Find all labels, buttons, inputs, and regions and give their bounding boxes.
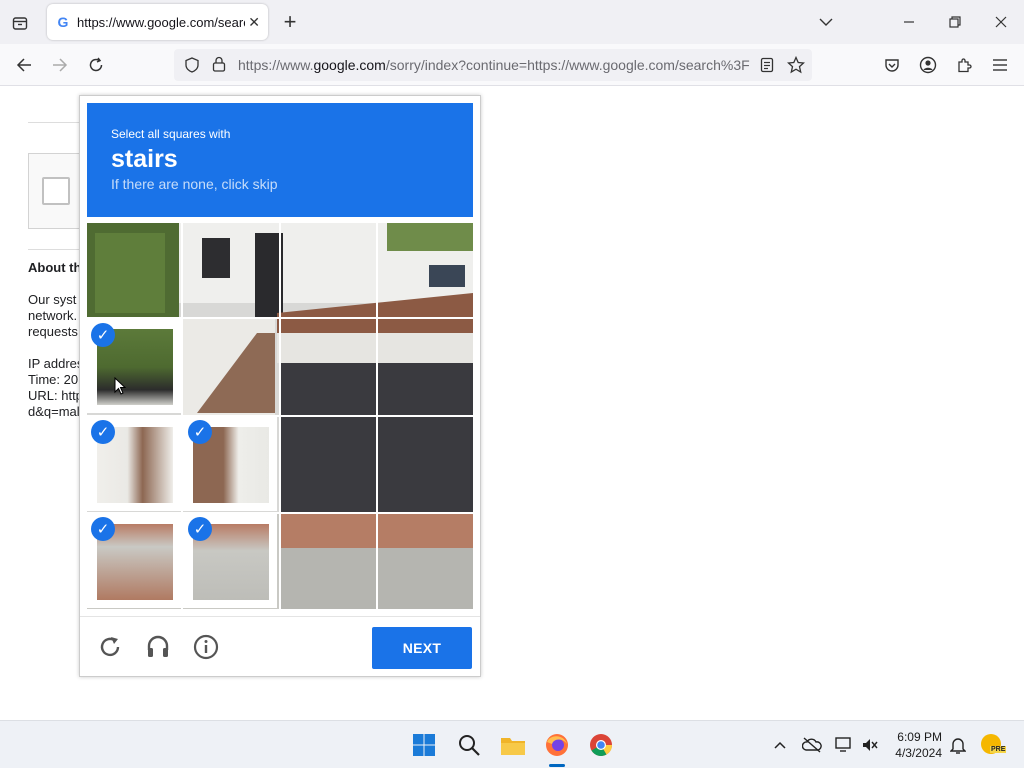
chevron-up-icon[interactable] [766,731,794,759]
windows-start-icon[interactable] [410,731,438,759]
next-button[interactable]: NEXT [372,627,472,669]
extensions-icon[interactable] [952,53,976,77]
body-line: Our syst [28,292,77,307]
instruction-text: Select all squares with [111,127,231,141]
selected-check-icon: ✓ [91,323,115,347]
grid-tile[interactable] [378,417,472,511]
menu-hamburger-icon[interactable] [988,53,1012,77]
url-text[interactable]: https://www.google.com/sorry/index?conti… [238,57,750,73]
selected-check-icon: ✓ [188,420,212,444]
system-clock[interactable]: 6:09 PM 4/3/2024 [886,729,942,761]
divider [28,122,80,123]
volume-muted-icon[interactable] [856,731,884,759]
search-icon[interactable] [455,731,483,759]
url-line: URL: http [28,388,80,403]
challenge-header: Select all squares with stairs If there … [87,103,473,217]
mouse-cursor-icon [114,377,126,395]
lock-icon[interactable] [212,56,226,77]
audio-challenge-headphones-icon[interactable] [142,631,174,663]
grid-tile[interactable] [378,319,472,413]
tab-list-icon[interactable] [6,9,34,37]
shield-icon[interactable] [184,57,200,78]
new-tab-button[interactable]: + [278,9,302,35]
about-heading: About th [28,260,80,275]
close-window-icon[interactable] [989,10,1013,34]
grid-tile[interactable] [281,514,375,608]
reload-icon[interactable] [84,53,108,77]
taskbar: 6:09 PM 4/3/2024 PRE [0,720,1024,768]
tab-title: https://www.google.com/search [77,14,245,30]
ip-line: IP addres [28,356,80,371]
recaptcha-checkbox-card [28,153,84,229]
info-icon[interactable] [190,631,222,663]
clock-date: 4/3/2024 [895,746,942,760]
google-favicon-icon: G [57,14,69,30]
selected-check-icon: ✓ [188,517,212,541]
active-app-indicator [549,764,565,767]
recaptcha-checkbox[interactable] [42,177,70,205]
url-prefix: https://www. [238,57,314,73]
reload-challenge-icon[interactable] [94,631,126,663]
grid-tile[interactable] [281,319,375,413]
body-line: requests [28,324,78,339]
grid-tile[interactable] [378,514,472,608]
grid-tile[interactable] [87,223,181,317]
divider [28,249,80,250]
body-line: network. [28,308,78,323]
onedrive-offline-icon[interactable] [798,731,826,759]
target-object: stairs [111,145,178,173]
file-explorer-icon[interactable] [499,731,527,759]
grid-tile[interactable] [183,223,277,317]
image-grid: ✓ ✓ ✓ ✓ ✓ [87,223,473,609]
grid-tile[interactable] [281,417,375,511]
pre-badge: PRE [990,746,1007,753]
bookmark-star-icon[interactable] [786,55,806,79]
back-arrow-icon[interactable] [12,53,36,77]
chevron-down-icon[interactable] [814,10,838,34]
grid-tile[interactable] [281,223,375,317]
copilot-preview-icon[interactable]: PRE [978,731,1007,759]
challenge-footer: NEXT [80,616,480,677]
pocket-icon[interactable] [880,53,904,77]
url-bar[interactable]: https://www.google.com/sorry/index?conti… [174,49,812,81]
skip-hint: If there are none, click skip [111,176,278,192]
tab-bar: G https://www.google.com/search ✕ + [0,0,1024,44]
notification-bell-icon[interactable] [944,731,972,759]
query-line: d&q=mal [28,404,80,419]
reader-view-icon[interactable] [760,57,774,78]
forward-arrow-icon[interactable] [48,53,72,77]
firefox-icon[interactable] [543,731,571,759]
minimize-icon[interactable] [897,10,921,34]
url-domain: google.com [313,57,386,73]
network-icon[interactable] [830,731,858,759]
recaptcha-challenge: Select all squares with stairs If there … [79,95,481,677]
clock-time: 6:09 PM [897,730,942,744]
grid-tile[interactable] [378,223,472,317]
selected-check-icon: ✓ [91,517,115,541]
selected-check-icon: ✓ [91,420,115,444]
grid-tile[interactable] [183,319,277,413]
restore-icon[interactable] [943,10,967,34]
url-rest: /sorry/index?continue=https://www.google… [385,57,750,73]
navigation-bar: https://www.google.com/sorry/index?conti… [0,44,1024,86]
active-tab[interactable]: G https://www.google.com/search ✕ [47,4,268,40]
close-tab-icon[interactable]: ✕ [248,14,260,31]
account-icon[interactable] [916,53,940,77]
chrome-icon[interactable] [587,731,615,759]
time-line: Time: 20 [28,372,79,387]
